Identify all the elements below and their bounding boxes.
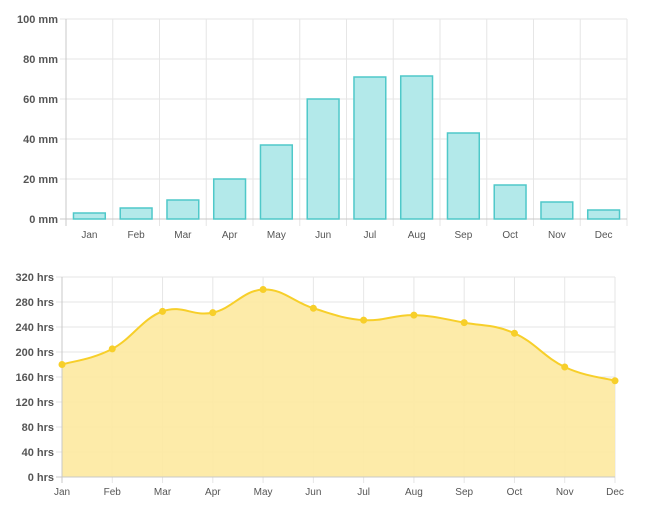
data-point (410, 311, 418, 319)
x-tick-label: Jun (305, 487, 321, 498)
sunshine-area-chart: 0 hrs 40 hrs 80 hrs 120 hrs 160 hrs 200 hrs 24… (15, 272, 624, 498)
x-tick-label: Sep (455, 487, 473, 498)
data-point (460, 319, 468, 327)
x-tick-label: Dec (606, 487, 624, 498)
x-tick-label: Apr (205, 487, 221, 498)
y-tick-label: 320 hrs (15, 272, 54, 284)
y-tick-label: 280 hrs (15, 297, 54, 309)
y-tick-label: 160 hrs (15, 372, 54, 384)
x-tick-label: Mar (154, 487, 172, 498)
y-tick-label: 200 hrs (15, 347, 54, 359)
x-tick-label: Jan (54, 487, 70, 498)
data-point (108, 345, 116, 353)
data-point (611, 377, 619, 385)
data-point (58, 361, 66, 368)
x-tick-label: Nov (556, 487, 574, 498)
y-tick-label: 80 hrs (22, 422, 54, 434)
data-point (360, 316, 368, 324)
y-tick-label: 40 hrs (22, 447, 54, 459)
x-tick-label: Jul (357, 487, 370, 498)
data-point (510, 329, 518, 337)
x-tick-label: Aug (405, 487, 423, 498)
x-tick-label: Oct (507, 487, 523, 498)
chart-stage: 0 mm 20 mm 40 mm 60 mm 80 mm 100 mm Jan Feb Mar A… (0, 0, 645, 517)
y-tick-label: 120 hrs (15, 397, 54, 409)
data-point (259, 286, 267, 293)
series-area-fill (62, 289, 615, 477)
data-point (209, 309, 217, 317)
y-tick-label: 240 hrs (15, 322, 54, 334)
data-point (309, 304, 317, 312)
data-point (561, 363, 569, 371)
x-tick-label: May (254, 487, 273, 498)
data-point (159, 307, 167, 315)
x-tick-label: Feb (104, 487, 122, 498)
y-tick-label: 0 hrs (28, 472, 54, 484)
